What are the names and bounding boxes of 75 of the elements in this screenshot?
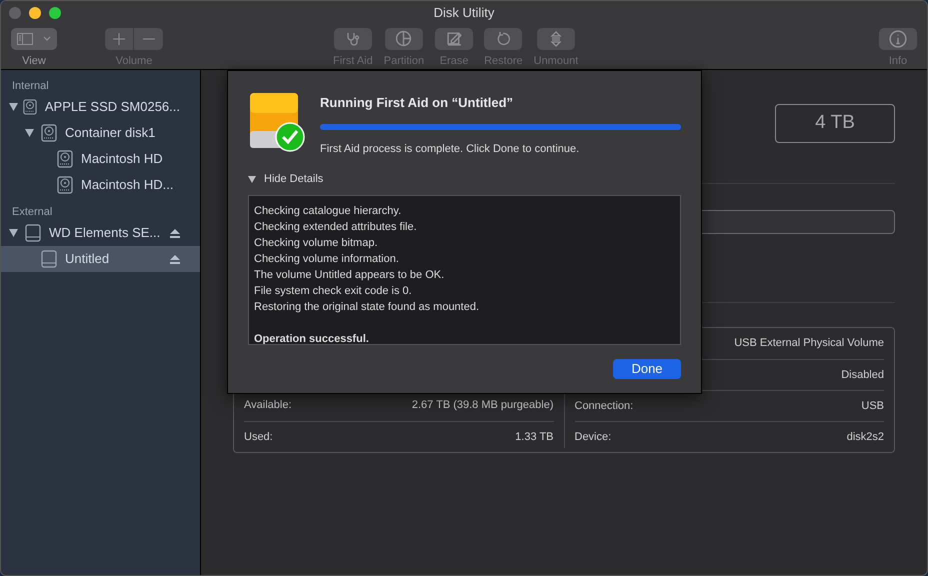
drive-icon: [25, 224, 41, 242]
restore-icon: [495, 30, 512, 46]
sidebar-item[interactable]: Untitled: [1, 246, 200, 272]
details-toggle[interactable]: Hide Details: [248, 171, 324, 188]
zoom-button[interactable]: [49, 6, 61, 19]
toolbar-label: Unmount: [534, 54, 578, 68]
capacity-box: 4 TB: [775, 104, 895, 143]
disclosure-down-icon[interactable]: [25, 129, 34, 137]
partition-button[interactable]: [384, 28, 423, 50]
stethoscope-icon: [344, 30, 361, 46]
minimize-button[interactable]: [29, 6, 41, 19]
sidebar-item[interactable]: Macintosh HD: [1, 146, 200, 172]
disclosure-down-icon[interactable]: [9, 229, 18, 237]
log-line: Restoring the original state found as mounted.: [254, 300, 480, 314]
minus-icon: [142, 38, 154, 40]
log-line: Checking volume information.: [254, 252, 400, 266]
firstaid-button[interactable]: [334, 28, 372, 50]
log-line: Checking volume bitmap.: [254, 236, 379, 250]
toolbar-label: Restore: [484, 54, 523, 68]
status-message: First Aid process is complete. Click Done to continue.: [320, 142, 580, 156]
log-line: File system check exit code is 0.: [254, 284, 413, 298]
close-button[interactable]: [9, 6, 21, 19]
chevron-down-icon: [43, 36, 51, 41]
info-label: Connection:: [574, 398, 634, 414]
sidebar-section-title: Internal: [11, 78, 50, 94]
eraser-icon: [446, 30, 463, 47]
info-icon: [889, 30, 907, 48]
info-label: Used:: [244, 430, 273, 445]
sidebar-item[interactable]: Container disk1: [1, 120, 200, 146]
sidebar-icon: [17, 32, 33, 44]
info-label: Available:: [244, 398, 292, 414]
sidebar-item-label: Untitled: [65, 250, 110, 268]
sidebar-section-title: External: [11, 204, 54, 220]
toolbar-label: Info: [888, 54, 908, 68]
sidebar-item-label: Macintosh HD: [81, 150, 164, 168]
unmount-button[interactable]: [536, 28, 575, 50]
info-value: disk2s2: [846, 430, 884, 445]
sidebar-item-label: Container disk1: [65, 124, 156, 142]
window-title: Disk Utility: [432, 4, 496, 22]
dialog-title: Running First Aid on “Untitled”: [320, 94, 514, 112]
log-line: The volume Untitled appears to be OK.: [254, 268, 446, 282]
sidebar-item[interactable]: APPLE SSD SM0256...: [1, 94, 200, 120]
disclosure-down-icon: [248, 176, 256, 183]
sidebar-item-label: Macintosh HD...: [81, 176, 174, 194]
view-button[interactable]: [11, 28, 57, 50]
toolbar-label: View: [22, 54, 46, 68]
log-line: Checking catalogue hierarchy.: [254, 204, 402, 218]
drive-check-icon: [248, 91, 306, 153]
unmount-icon: [550, 30, 562, 46]
restore-button[interactable]: [484, 28, 522, 50]
toolbar-label: First Aid: [333, 54, 373, 68]
disclosure-down-icon[interactable]: [9, 103, 18, 111]
info-value: USB: [861, 398, 884, 414]
plus-icon: [113, 32, 125, 44]
info-value: 1.33 TB: [515, 430, 554, 445]
log-line: Checking extended attributes file.: [254, 220, 418, 234]
toolbar-label: Erase: [440, 54, 468, 68]
info-value: Disabled: [841, 368, 884, 383]
toolbar-label: Volume: [116, 54, 152, 68]
done-button[interactable]: Done: [613, 358, 681, 378]
sidebar-item-label: WD Elements SE...: [49, 224, 162, 242]
info-value: 2.67 TB (39.8 MB purgeable): [412, 398, 554, 414]
info-value: USB External Physical Volume: [734, 336, 884, 352]
sidebar-item-label: APPLE SSD SM0256...: [44, 98, 180, 116]
info-label: Device:: [574, 430, 612, 445]
sidebar-item[interactable]: WD Elements SE...: [1, 220, 200, 246]
eject-icon[interactable]: [170, 228, 180, 238]
pie-icon: [395, 30, 412, 47]
log-line: Operation successful.: [254, 332, 370, 344]
erase-button[interactable]: [435, 28, 474, 50]
sidebar-item[interactable]: Macintosh HD...: [1, 172, 200, 198]
drive-icon: [41, 250, 57, 268]
eject-icon[interactable]: [170, 254, 180, 264]
info-button[interactable]: [879, 28, 917, 50]
toolbar-label: Partition: [384, 54, 424, 68]
